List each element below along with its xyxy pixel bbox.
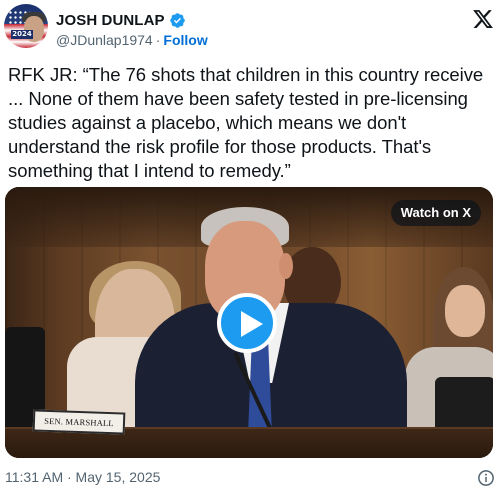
verified-badge-icon [169, 12, 185, 28]
play-icon [241, 311, 263, 337]
author-handle-row: @JDunlap1974 · Follow [56, 32, 208, 48]
avatar-badge-text: 2024 [11, 30, 33, 39]
avatar[interactable]: 2024 [4, 4, 48, 48]
author-name[interactable]: JOSH DUNLAP [56, 12, 165, 29]
video-speaker-ear [279, 253, 293, 279]
watch-on-x-button[interactable]: Watch on X [390, 200, 481, 226]
video-nameplate: SEN. MARSHALL [32, 409, 126, 435]
tweet-header: 2024 JOSH DUNLAP @JDunlap1974 · Follow [4, 4, 496, 50]
author-handle[interactable]: @JDunlap1974 [56, 32, 153, 48]
video-bystander-right-face [445, 285, 485, 337]
tweet-text: RFK JR: “The 76 shots that children in t… [8, 64, 484, 181]
tweet-card: 2024 JOSH DUNLAP @JDunlap1974 · Follow RFK… [0, 0, 500, 498]
info-icon[interactable] [477, 469, 495, 487]
play-button[interactable] [217, 293, 277, 353]
video-player[interactable]: SEN. MARSHALL Watch on X [5, 187, 493, 458]
author-name-row: JOSH DUNLAP [56, 10, 186, 30]
tweet-footer: 11:31 AM · May 15, 2025 [5, 469, 495, 489]
handle-separator: · [155, 32, 161, 48]
x-logo-icon[interactable] [472, 8, 494, 30]
follow-button[interactable]: Follow [163, 32, 207, 48]
tweet-timestamp[interactable]: 11:31 AM · May 15, 2025 [5, 469, 160, 485]
